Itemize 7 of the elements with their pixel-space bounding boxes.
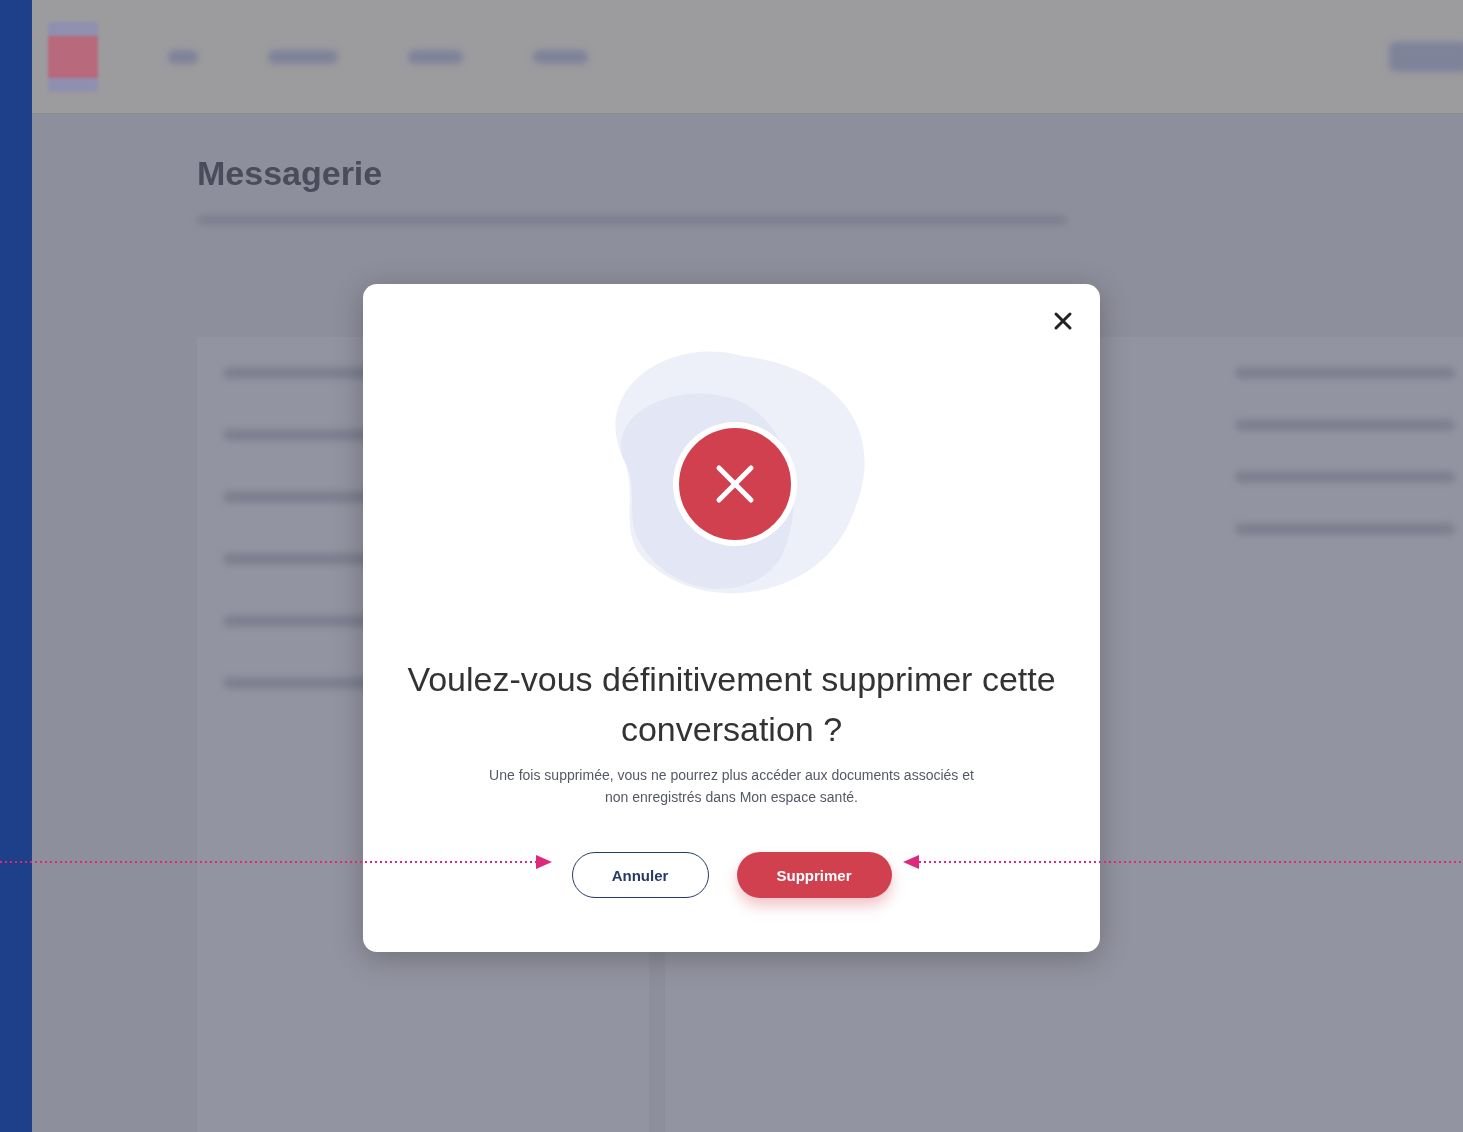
page-title: Messagerie xyxy=(197,154,384,193)
close-icon xyxy=(1053,311,1073,331)
dialog-title: Voulez-vous définitivement supprimer cette conversation ? xyxy=(406,659,1057,750)
delete-button[interactable]: Supprimer xyxy=(736,852,892,898)
cancel-button[interactable]: Annuler xyxy=(571,852,709,898)
dialog-message: Une fois supprimée, vous ne pourrez plus accéder aux documents associés et non enregistrés dans Mon espace santé. xyxy=(488,766,975,807)
logo xyxy=(48,21,98,92)
